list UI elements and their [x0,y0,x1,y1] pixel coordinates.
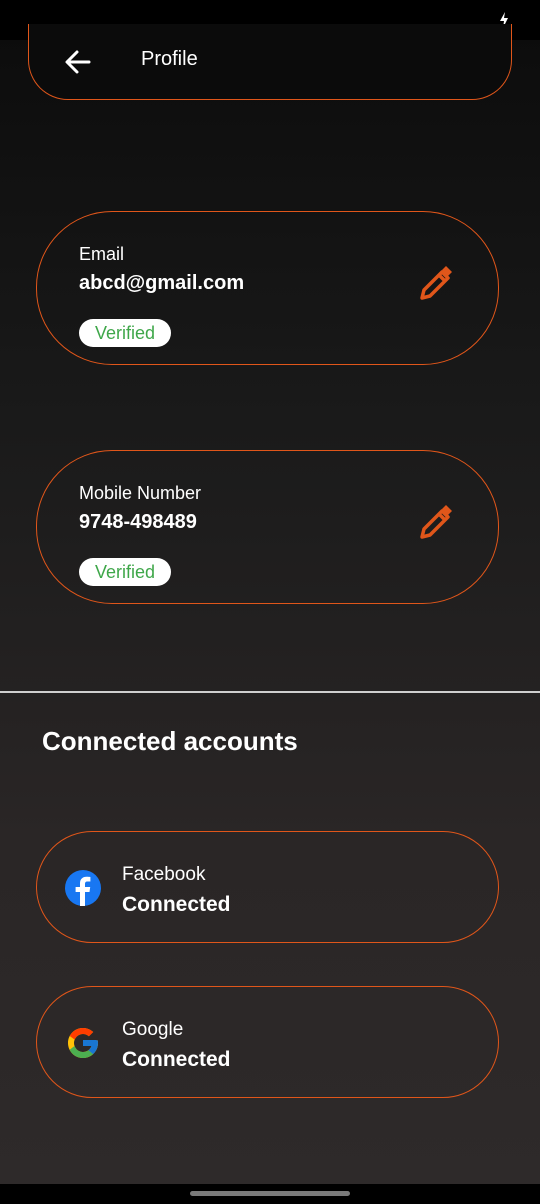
google-account-card[interactable]: Google Connected [36,986,499,1098]
mobile-value: 9748-498489 [79,511,197,533]
google-name: Google [122,1019,184,1040]
email-card: Email abcd@gmail.com Verified [36,211,499,365]
edit-mobile-icon[interactable] [416,505,454,543]
facebook-status: Connected [122,893,231,916]
facebook-icon [65,870,101,906]
back-arrow-icon[interactable] [63,48,93,76]
edit-email-icon[interactable] [416,266,454,304]
mobile-label: Mobile Number [79,483,202,503]
facebook-account-card[interactable]: Facebook Connected [36,831,499,943]
app-header: Profile [28,24,512,100]
email-value: abcd@gmail.com [79,272,245,294]
email-label: Email [79,244,125,264]
navigation-bar [0,1184,540,1204]
home-indicator[interactable] [190,1191,350,1196]
google-icon [68,1028,98,1058]
google-status: Connected [122,1048,231,1071]
email-verified-badge: Verified [79,319,172,347]
mobile-card: Mobile Number 9748-498489 Verified [36,450,499,604]
section-divider [0,691,540,693]
connected-accounts-title: Connected accounts [42,726,298,756]
facebook-name: Facebook [122,864,206,885]
page-title: Profile [141,48,198,70]
mobile-verified-badge: Verified [79,558,172,586]
